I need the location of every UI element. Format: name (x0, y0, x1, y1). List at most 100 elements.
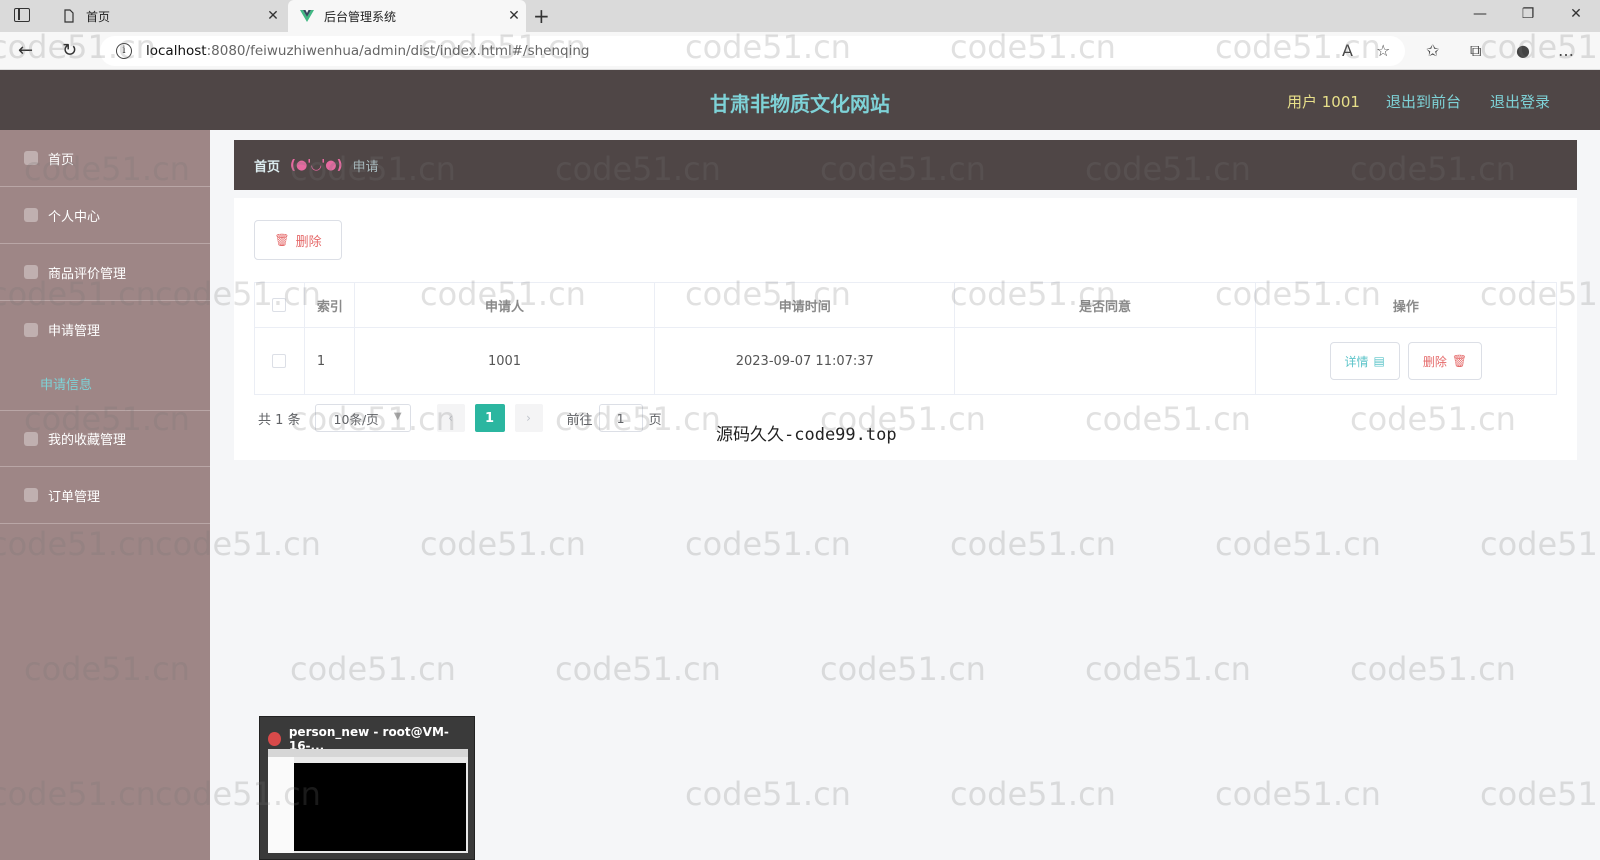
info-icon[interactable]: i (116, 43, 132, 59)
watermark: code51.cn (820, 650, 986, 688)
vue-logo-icon (300, 9, 314, 23)
sidebar-item-profile[interactable]: 个人中心 (0, 187, 210, 244)
favorite-add-icon[interactable]: ☆ (1376, 41, 1390, 60)
sidebar-item-label: 订单管理 (48, 489, 101, 505)
chevron-right-icon: › (526, 411, 531, 425)
close-icon[interactable]: ✕ (502, 8, 526, 24)
cell-applicant: 1001 (355, 328, 656, 394)
sidebar-item-label: 商品评价管理 (48, 266, 127, 282)
breadcrumb-current: 申请 (352, 159, 379, 175)
watermark: code51.cn (685, 775, 851, 813)
favorites-icon[interactable]: ✩ (1426, 41, 1439, 60)
browser-tab-admin[interactable]: 后台管理系统 ✕ (288, 0, 526, 32)
cell-agreed (955, 328, 1256, 394)
user-icon (24, 208, 38, 222)
address-bar-row: ← ↻ i localhost:8080/feiwuzhiwenhua/admi… (0, 32, 1600, 70)
page-number-button[interactable]: 1 (474, 404, 505, 432)
logout-link[interactable]: 退出登录 (1490, 91, 1550, 112)
sidebar-item-label: 我的收藏管理 (48, 433, 127, 448)
goto-page-input[interactable]: 1 (598, 404, 643, 432)
profile-avatar-icon[interactable]: ● (1516, 41, 1530, 60)
table-header: 索引 申请人 申请时间 是否同意 操作 (255, 283, 1556, 328)
url-host: localhost (146, 43, 207, 59)
thumbnail-terminal (294, 763, 466, 851)
sidebar-item-applications[interactable]: 申请管理 (0, 301, 210, 358)
sidebar-item-favorites[interactable]: 我的收藏管理 (0, 410, 210, 467)
watermark: code51.cn (950, 525, 1116, 563)
chevron-left-icon: ‹ (448, 411, 453, 425)
column-header: 申请人 (355, 283, 656, 327)
detail-label: 详情 (1344, 354, 1369, 369)
minimize-icon[interactable]: — (1470, 6, 1490, 22)
back-arrow-icon[interactable]: ← (18, 40, 33, 61)
select-all-checkbox[interactable] (272, 298, 287, 312)
breadcrumb: 首页 (●'◡'●) 申请 (234, 140, 1577, 190)
trash-icon: 🗑 (1451, 354, 1468, 368)
sidebar-item-label: 个人中心 (48, 209, 101, 225)
row-checkbox[interactable] (272, 354, 287, 368)
sidebar-item-orders[interactable]: 订单管理 (0, 467, 210, 524)
close-icon[interactable]: ✕ (261, 8, 285, 24)
collections-icon[interactable]: ⧉ (1470, 41, 1481, 61)
thumbnail-screen (268, 749, 468, 853)
browser-tab-bar: 首页 ✕ 后台管理系统 ✕ + — ❐ ✕ (0, 0, 1600, 32)
watermark: code51.cn (1215, 525, 1381, 563)
breadcrumb-separator: (●'◡'●) (290, 157, 343, 173)
sidebar-item-home[interactable]: 首页 (0, 130, 210, 187)
sidebar: 首页 个人中心 商品评价管理 申请管理 申请信息 我的收藏管理 订单管理 (0, 130, 210, 860)
cell-actions: 详情 ▤ 删除 🗑 (1256, 328, 1556, 394)
detail-button[interactable]: 详情 ▤ (1329, 342, 1400, 380)
breadcrumb-home[interactable]: 首页 (254, 156, 280, 175)
watermark: code51.cn (290, 650, 456, 688)
cell-time: 2023-09-07 11:07:37 (655, 328, 956, 394)
browser-tab-home[interactable]: 首页 ✕ (50, 0, 285, 32)
exit-to-front-link[interactable]: 退出到前台 (1386, 91, 1461, 112)
url-field[interactable]: i localhost:8080/feiwuzhiwenhua/admin/di… (100, 36, 1405, 66)
thumbnail-sidebar (268, 757, 294, 853)
sidebar-item-reviews[interactable]: 商品评价管理 (0, 244, 210, 301)
tab-actions-icon[interactable] (14, 8, 30, 22)
app-header: 甘肃非物质文化网站 用户 1001 退出到前台 退出登录 (0, 70, 1600, 130)
new-tab-icon[interactable]: + (533, 4, 550, 28)
select-all-cell (255, 283, 305, 327)
sidebar-item-label: 首页 (48, 152, 75, 168)
watermark: code51.cn (1480, 775, 1600, 813)
window-close-icon[interactable]: ✕ (1566, 6, 1586, 22)
watermark: code51.cn (1350, 650, 1516, 688)
menu-icon (24, 322, 38, 337)
overlay-source-text: 源码久久-code99.top (716, 425, 897, 445)
row-select-cell (255, 328, 305, 394)
page-size-value: 10条/页 (333, 411, 379, 427)
column-header: 操作 (1392, 299, 1419, 315)
page-size-select[interactable]: 10条/页 ▼ (314, 404, 411, 432)
next-page-button[interactable]: › (514, 404, 543, 432)
url-path: :8080/feiwuzhiwenhua/admin/dist/index.ht… (206, 43, 590, 59)
read-aloud-icon[interactable]: A (1342, 41, 1353, 60)
document-icon: ▤ (1373, 354, 1385, 368)
batch-delete-button[interactable]: 🗑 删除 (254, 220, 342, 260)
more-icon[interactable]: … (1558, 41, 1574, 60)
row-delete-button[interactable]: 删除 🗑 (1407, 342, 1483, 380)
star-icon (24, 431, 38, 446)
terminal-app-icon (268, 732, 281, 746)
trash-icon: 🗑 (274, 233, 290, 247)
sidebar-subitem-application-info[interactable]: 申请信息 (40, 374, 92, 393)
watermark: code51.cn (685, 525, 851, 563)
goto-prefix: 前往 (566, 412, 593, 428)
tab-label: 后台管理系统 (324, 9, 397, 24)
prev-page-button[interactable]: ‹ (436, 404, 465, 432)
chevron-down-icon: ▼ (393, 411, 402, 422)
page-icon (62, 9, 76, 23)
reload-icon[interactable]: ↻ (62, 40, 77, 61)
goto-suffix: 页 (648, 412, 662, 428)
watermark: code51.cn (1480, 525, 1600, 563)
restore-icon[interactable]: ❐ (1518, 6, 1538, 22)
watermark: code51.cn (555, 650, 721, 688)
watermark: code51.cn (1215, 775, 1381, 813)
application-table: 索引 申请人 申请时间 是否同意 操作 1 1001 2023-09-07 11… (254, 282, 1557, 395)
comment-icon (24, 265, 38, 279)
site-title: 甘肃非物质文化网站 (710, 92, 890, 116)
watermark: code51.cn (420, 525, 586, 563)
taskbar-thumbnail[interactable]: person_new - root@VM-16-... (259, 716, 475, 860)
column-header: 申请时间 (655, 283, 956, 327)
